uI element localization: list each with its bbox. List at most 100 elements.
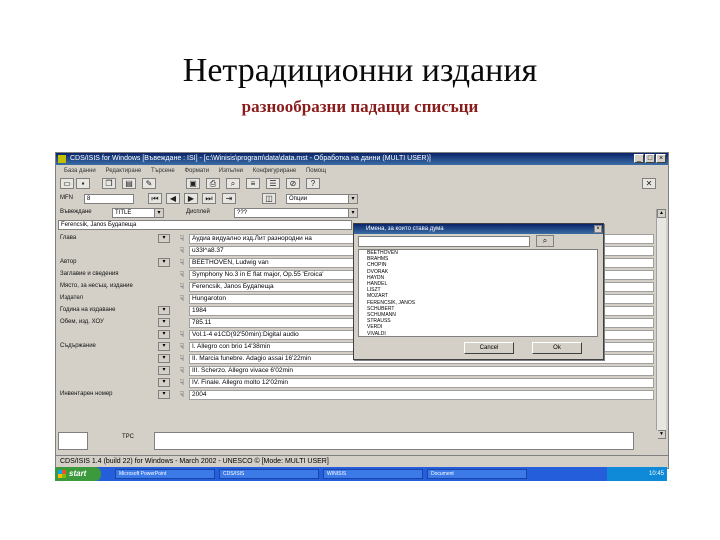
field-label <box>58 353 158 364</box>
close-icon[interactable]: × <box>594 225 602 233</box>
names-list[interactable]: BEETHOVEN BRAHMS CHOPIN DVORAK HAYDN HAN… <box>358 249 598 337</box>
field-lookup-icon[interactable]: ☟ <box>176 389 188 400</box>
prev-record-icon[interactable]: ◀ <box>166 193 180 204</box>
slide-subtitle: разнообразни падащи списъци <box>241 97 479 116</box>
field-lookup-icon[interactable]: ☟ <box>176 257 188 268</box>
field-edit-button[interactable]: ▾ <box>158 378 170 387</box>
bottom-box <box>58 432 88 450</box>
field-lookup-icon[interactable]: ☟ <box>176 329 188 340</box>
next-record-icon[interactable]: ▶ <box>184 193 198 204</box>
options-dropdown[interactable]: Опции ▾ <box>286 194 358 204</box>
taskbar: start Microsoft PowerPoint CDS/ISIS WINI… <box>55 467 667 481</box>
menu-item-run[interactable]: Изпълни <box>219 168 243 174</box>
bottom-text-area[interactable] <box>154 432 634 450</box>
ok-button[interactable]: Ok <box>532 342 582 354</box>
worksheet-dropdown[interactable]: TITLE ▾ <box>112 208 164 218</box>
worksheet-label: Въвеждане <box>60 209 92 215</box>
menu-item-help[interactable]: Помощ <box>306 168 326 174</box>
taskbar-item[interactable]: CDS/ISIS <box>219 469 319 479</box>
dialog-search-input[interactable] <box>358 236 530 247</box>
save-icon[interactable]: ▪ <box>76 178 90 189</box>
field-lookup-icon[interactable]: ☟ <box>176 269 188 280</box>
mfn-label: MFN <box>60 195 73 201</box>
last-record-icon[interactable]: ⏭ <box>202 193 216 204</box>
field-edit-button[interactable]: ▾ <box>158 354 170 363</box>
filter-icon[interactable]: ≡ <box>246 178 260 189</box>
field-label <box>58 245 158 256</box>
field-label: Глава <box>60 235 77 241</box>
names-dialog: Имена, за които става дума × ⌕ BEETHOVEN… <box>353 223 604 360</box>
taskbar-item[interactable]: Microsoft PowerPoint <box>115 469 215 479</box>
paste-icon[interactable]: ▤ <box>122 178 136 189</box>
field-lookup-icon[interactable]: ☟ <box>176 245 188 256</box>
help-icon[interactable]: ? <box>306 178 320 189</box>
chevron-down-icon[interactable]: ▾ <box>154 209 163 217</box>
field-lookup-icon[interactable]: ☟ <box>176 341 188 352</box>
display-icon[interactable]: ▣ <box>186 178 200 189</box>
field-edit-button[interactable]: ▾ <box>158 234 170 243</box>
field-label: Заглавие и сведения <box>60 271 119 277</box>
menu-item-search[interactable]: Търсене <box>151 168 175 174</box>
list-icon[interactable]: ☰ <box>266 178 280 189</box>
format-dropdown[interactable]: ??? ▾ <box>234 208 358 218</box>
field-edit-button[interactable]: ▾ <box>158 330 170 339</box>
print-icon[interactable]: ⎙ <box>206 178 220 189</box>
menu-item-formats[interactable]: Формати <box>184 168 209 174</box>
field-lookup-icon[interactable]: ☟ <box>176 281 188 292</box>
new-record-icon[interactable]: ▭ <box>60 178 74 189</box>
search-icon[interactable]: ⌕ <box>226 178 240 189</box>
field-value[interactable]: III. Scherzo. Allegro vivace 6'02min <box>189 366 654 376</box>
field-lookup-icon[interactable]: ☟ <box>176 233 188 244</box>
field-edit-button[interactable]: ▾ <box>158 258 170 267</box>
field-edit-button[interactable]: ▾ <box>158 366 170 375</box>
minimize-icon[interactable]: _ <box>634 154 644 163</box>
field-label: Издател <box>60 295 83 301</box>
app-icon <box>58 155 66 163</box>
browse-icon[interactable]: ◫ <box>262 193 276 204</box>
chevron-down-icon[interactable]: ▾ <box>348 209 357 217</box>
field-edit-button[interactable]: ▾ <box>158 318 170 327</box>
field-lookup-icon[interactable]: ☟ <box>176 353 188 364</box>
stop-icon[interactable]: ⊘ <box>286 178 300 189</box>
exit-icon[interactable]: ✕ <box>642 178 656 189</box>
start-label: start <box>69 469 87 478</box>
search-icon[interactable]: ⌕ <box>536 235 554 247</box>
list-item[interactable]: VIVALDI <box>359 331 597 336</box>
field-value[interactable]: 2004 <box>189 390 654 400</box>
vertical-scrollbar[interactable]: ▲ ▼ <box>656 209 666 439</box>
windows-logo-icon <box>58 470 66 478</box>
copy-icon[interactable]: ❐ <box>102 178 116 189</box>
field-lookup-icon[interactable]: ☟ <box>176 377 188 388</box>
scroll-up-icon[interactable]: ▲ <box>657 209 666 218</box>
scroll-down-icon[interactable]: ▼ <box>657 430 666 439</box>
start-button[interactable]: start <box>55 467 101 481</box>
window-titlebar[interactable]: CDS/ISIS for Windows [Въвеждане : ISI] -… <box>56 153 668 165</box>
field-label: Обем, изд. ХОУ <box>60 319 104 325</box>
record-header: Ferencsik, Janos Будапеща <box>58 220 352 230</box>
taskbar-item[interactable]: Document <box>427 469 527 479</box>
field-row: Инвентарен номер ▾ ☟ 2004 <box>58 389 654 400</box>
bottom-panel: ТРС <box>58 430 658 452</box>
field-lookup-icon[interactable]: ☟ <box>176 293 188 304</box>
field-value[interactable]: IV. Finale. Allegro molto 12'02min <box>189 378 654 388</box>
field-label: Място, за несъщ. издание <box>60 283 133 289</box>
menu-item-edit[interactable]: Редактиране <box>105 168 141 174</box>
taskbar-item[interactable]: WINISIS <box>323 469 423 479</box>
goto-icon[interactable]: ⇥ <box>222 193 236 204</box>
field-label <box>58 377 158 388</box>
field-edit-button[interactable]: ▾ <box>158 306 170 315</box>
maximize-icon[interactable]: □ <box>645 154 655 163</box>
first-record-icon[interactable]: ⏮ <box>148 193 162 204</box>
mfn-input[interactable]: 8 <box>84 194 134 204</box>
close-icon[interactable]: × <box>656 154 666 163</box>
worksheet-value: TITLE <box>115 210 132 216</box>
edit-icon[interactable]: ✎ <box>142 178 156 189</box>
format-value: ??? <box>237 210 248 216</box>
field-lookup-icon[interactable]: ☟ <box>176 365 188 376</box>
field-edit-button[interactable]: ▾ <box>158 390 170 399</box>
cancel-button[interactable]: Cancel <box>464 342 514 354</box>
menu-item-database[interactable]: База данни <box>64 168 96 174</box>
menu-item-config[interactable]: Конфигуриране <box>253 168 297 174</box>
field-edit-button[interactable]: ▾ <box>158 342 170 351</box>
chevron-down-icon[interactable]: ▾ <box>348 195 357 203</box>
